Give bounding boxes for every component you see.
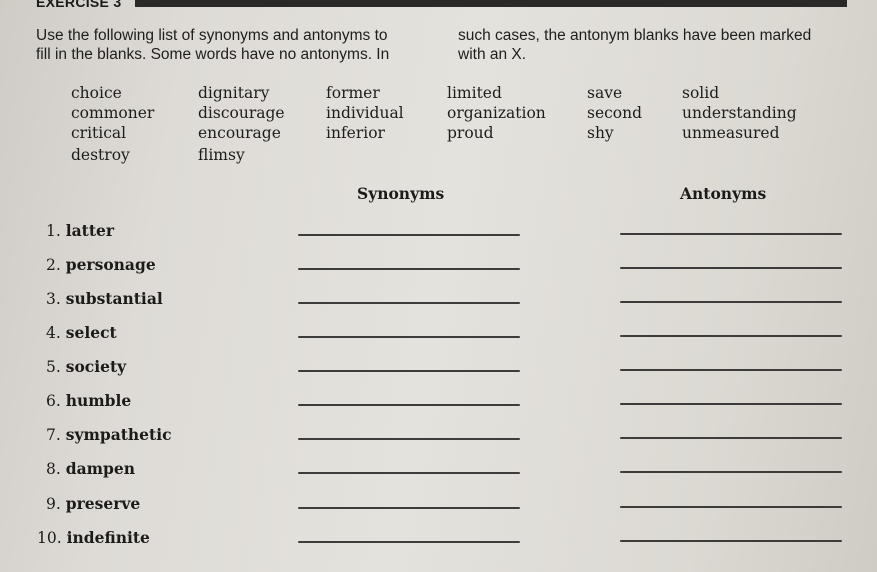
word-bank-item: organization [447,104,546,122]
synonyms-header: Synonyms [357,184,445,203]
item-word: humble [65,391,132,410]
item-number: 10. [37,529,62,547]
word-bank-item: choice [71,84,122,102]
synonym-blank[interactable] [298,472,520,474]
word-bank-item: understanding [682,104,797,122]
word-bank-item: destroy [71,146,130,164]
exercise-row: 8. dampen [0,459,877,489]
word-bank-item: critical [71,124,127,142]
item-word: personage [65,255,156,274]
item-number: 5. [46,358,61,376]
synonym-blank[interactable] [298,302,520,304]
antonym-blank[interactable] [620,506,842,508]
instruction-line: with an X. [458,46,527,63]
exercise-row: 3. substantial [0,289,877,319]
item-number: 3. [46,290,61,308]
instructions-right-column: such cases, the antonym blanks have been… [458,26,858,64]
item-word: society [65,357,127,376]
antonym-blank[interactable] [620,335,842,337]
exercise-row: 5. society [0,357,877,387]
synonym-blank[interactable] [298,268,520,270]
item-label: 10. indefinite [37,528,150,547]
item-number: 6. [46,392,61,410]
word-bank-item: dignitary [198,84,270,102]
antonym-blank[interactable] [620,233,842,235]
item-number: 2. [46,256,61,274]
exercise-row: 4. select [0,323,877,353]
item-word: dampen [65,459,135,478]
instruction-line: Use the following list of synonyms and a… [36,27,388,44]
item-label: 9. preserve [46,494,140,513]
item-word: latter [65,221,115,240]
item-label: 2. personage [46,255,156,274]
word-bank-item: limited [447,84,502,102]
synonym-blank[interactable] [298,438,520,440]
word-bank-item: encourage [198,124,281,142]
word-bank-item: flimsy [198,146,245,164]
word-bank-item: second [587,104,643,122]
synonym-blank[interactable] [298,507,520,509]
antonym-blank[interactable] [620,301,842,303]
item-label: 8. dampen [46,459,135,478]
word-bank-item: shy [587,124,614,142]
exercise-row: 7. sympathetic [0,425,877,455]
item-label: 6. humble [46,391,131,410]
exercise-title: EXERCISE 3 [36,0,122,10]
item-number: 7. [46,426,61,444]
word-bank-item: save [587,84,623,102]
item-number: 4. [46,324,61,342]
item-word: indefinite [66,528,150,547]
item-word: preserve [65,494,141,513]
item-word: sympathetic [65,425,172,444]
instruction-line: fill in the blanks. Some words have no a… [36,46,390,63]
word-bank: choice commoner critical destroy dignita… [0,84,877,174]
instructions-left-column: Use the following list of synonyms and a… [36,26,436,64]
item-word: substantial [65,289,163,308]
antonym-blank[interactable] [620,437,842,439]
word-bank-item: unmeasured [682,124,780,142]
word-bank-item: inferior [326,124,385,142]
exercise-row: 6. humble [0,391,877,421]
item-label: 3. substantial [46,289,163,308]
antonym-blank[interactable] [620,369,842,371]
synonym-blank[interactable] [298,234,520,236]
item-number: 9. [46,495,61,513]
item-label: 4. select [46,323,117,342]
word-bank-item: individual [326,104,404,122]
antonym-blank[interactable] [620,267,842,269]
exercise-row: 9. preserve [0,494,877,524]
item-label: 7. sympathetic [46,425,172,444]
item-number: 1. [46,222,61,240]
item-label: 5. society [46,357,126,376]
synonym-blank[interactable] [298,370,520,372]
word-bank-item: proud [447,124,494,142]
item-label: 1. latter [46,221,114,240]
synonym-blank[interactable] [298,404,520,406]
antonyms-header: Antonyms [680,184,767,203]
word-bank-item: former [326,84,380,102]
exercise-row: 1. latter [0,221,877,251]
word-bank-item: commoner [71,104,155,122]
instruction-line: such cases, the antonym blanks have been… [458,27,812,44]
antonym-blank[interactable] [620,471,842,473]
exercise-row: 2. personage [0,255,877,285]
antonym-blank[interactable] [620,403,842,405]
word-bank-item: solid [682,84,720,102]
word-bank-item: discourage [198,104,285,122]
synonym-blank[interactable] [298,336,520,338]
item-number: 8. [46,460,61,478]
synonym-blank[interactable] [298,541,520,543]
antonym-blank[interactable] [620,540,842,542]
item-word: select [65,323,117,342]
title-rule-bar [135,0,847,7]
exercise-row: 10. indefinite [0,528,877,558]
worksheet-page: EXERCISE 3 Use the following list of syn… [0,0,877,572]
